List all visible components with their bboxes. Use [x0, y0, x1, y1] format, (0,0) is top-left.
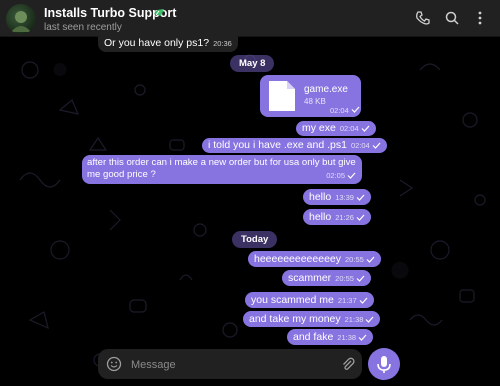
read-check-icon: [356, 194, 365, 201]
date-separator: May 8: [230, 55, 275, 72]
file-message[interactable]: game.exe 48 KB 02:04: [260, 75, 361, 117]
microphone-icon: [377, 356, 391, 373]
file-size: 48 KB: [304, 97, 326, 106]
read-check-icon: [358, 334, 367, 341]
phone-icon[interactable]: [415, 10, 431, 26]
message-text: hello: [309, 191, 332, 203]
file-icon[interactable]: [265, 79, 299, 113]
search-icon[interactable]: [444, 10, 460, 26]
attach-icon[interactable]: [340, 356, 356, 372]
message-time: 02:04: [350, 141, 370, 150]
outgoing-message[interactable]: you scammed me 21:37: [245, 292, 374, 308]
more-icon[interactable]: [472, 10, 488, 26]
message-time: 02:04: [339, 124, 359, 133]
outgoing-message[interactable]: my exe 02:04: [296, 121, 376, 136]
microphone-button[interactable]: [368, 348, 400, 380]
message-text: my exe: [302, 122, 336, 134]
message-time: 20:36: [213, 39, 232, 48]
message-time: 02:05: [326, 171, 345, 180]
read-check-icon: [361, 125, 370, 132]
outgoing-message[interactable]: scammer 20:55: [282, 270, 371, 286]
incoming-message[interactable]: Or you have only ps1? 20:36: [98, 36, 238, 52]
read-check-icon: [347, 172, 356, 179]
chat-status: last seen recently: [44, 22, 122, 33]
date-separator: Today: [232, 231, 278, 248]
outgoing-message[interactable]: and fake 21:38: [287, 329, 374, 345]
message-time: 21:38: [344, 315, 364, 324]
verified-icon: [154, 9, 164, 16]
outgoing-message[interactable]: hello 21:26: [303, 209, 371, 225]
outgoing-message[interactable]: hello 13:39: [303, 189, 371, 205]
message-time: 21:26: [335, 213, 354, 222]
message-time: 20:55: [335, 274, 354, 283]
message-text: i told you i have .exe and .ps1: [208, 139, 347, 151]
message-time: 20:55: [345, 255, 364, 264]
message-text: and fake: [293, 331, 334, 343]
chat-header: Installs Turbo Support last seen recentl…: [0, 0, 500, 37]
outgoing-message[interactable]: and take my money 21:38: [243, 311, 381, 327]
message-text-line: after this order can i make a new order …: [87, 157, 356, 168]
message-input[interactable]: [129, 356, 323, 374]
outgoing-message[interactable]: heeeeeeeeeeeeey 20:55: [248, 251, 381, 267]
file-name: game.exe: [304, 84, 348, 95]
read-check-icon: [351, 106, 360, 113]
message-time: 21:38: [337, 333, 357, 342]
message-composer: [98, 349, 362, 379]
message-time: 21:37: [337, 296, 357, 305]
message-text-line: me good price ?: [87, 169, 156, 180]
read-check-icon: [366, 256, 375, 263]
message-text: you scammed me: [251, 294, 334, 306]
avatar[interactable]: [6, 4, 36, 34]
message-text: heeeeeeeeeeeeey: [254, 253, 342, 265]
outgoing-message[interactable]: after this order can i make a new order …: [82, 155, 362, 184]
read-check-icon: [359, 297, 368, 304]
message-text: hello: [309, 211, 332, 223]
read-check-icon: [356, 214, 365, 221]
message-text: scammer: [288, 272, 332, 284]
read-check-icon: [356, 275, 365, 282]
message-time: 13:39: [335, 193, 354, 202]
message-text: and take my money: [249, 313, 341, 325]
message-time: 02:04: [330, 106, 360, 115]
read-check-icon: [372, 142, 381, 149]
outgoing-message[interactable]: i told you i have .exe and .ps1 02:04: [202, 138, 387, 153]
read-check-icon: [365, 316, 374, 323]
emoji-icon[interactable]: [106, 356, 122, 372]
message-text: Or you have only ps1?: [104, 37, 210, 49]
